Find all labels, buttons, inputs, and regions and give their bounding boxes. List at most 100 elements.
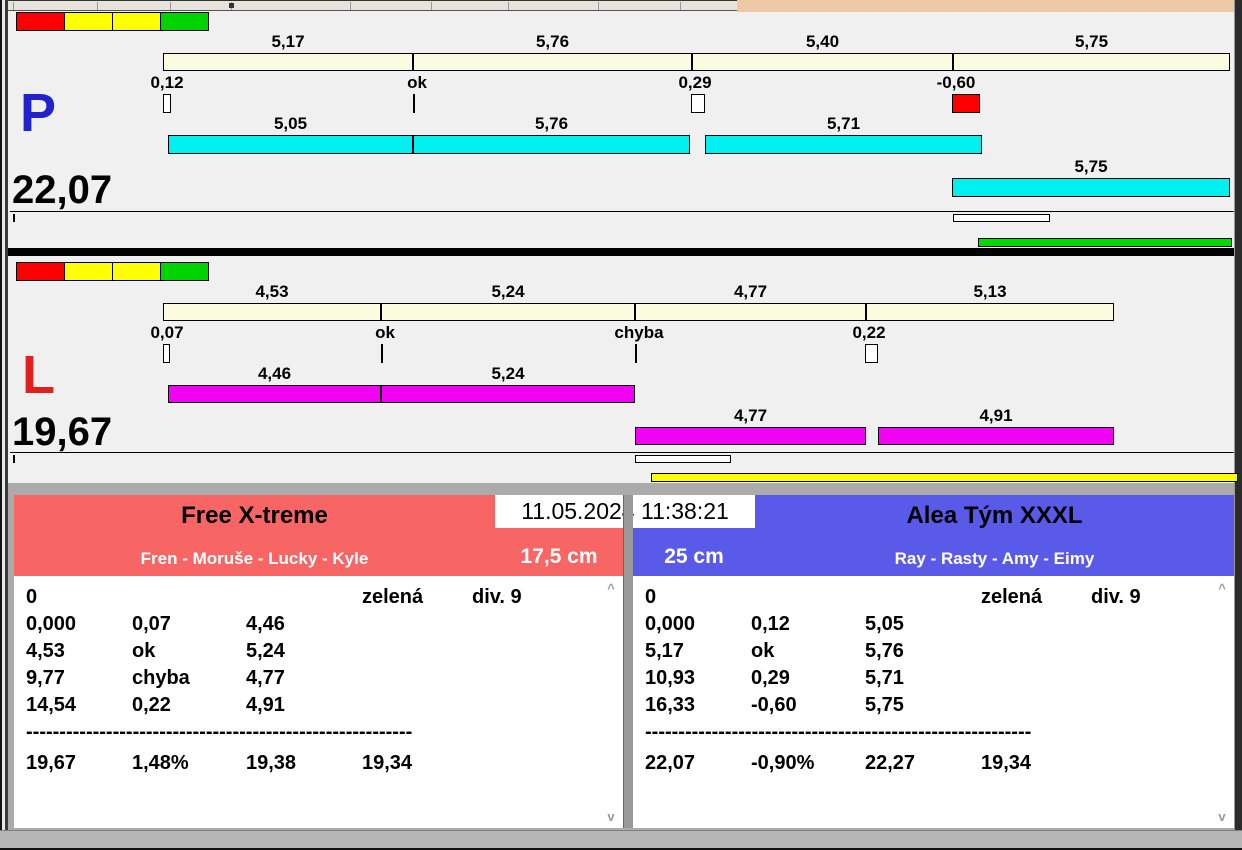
flyball-timing-window: P 22,07 5,17 5,76 5,40 5,75 0,12 ok 0,29 -0,60 5,0… — [0, 0, 1242, 850]
table-cell: 19,34 — [362, 752, 413, 774]
status-bar — [0, 830, 1242, 850]
legend-swatch — [112, 262, 161, 281]
marker-label: 0,22 — [852, 323, 886, 342]
team-right-name: Alea Tým XXXL — [906, 502, 1083, 529]
toolbar-separator — [13, 2, 14, 10]
run-bar — [952, 178, 1230, 197]
scrollbar-down-icon[interactable]: v — [603, 810, 619, 824]
result-panel-left[interactable]: 0 zelená div. 9 0,000 0,07 4,46 4,53 ok 5,24 9,77… — [14, 576, 623, 828]
table-cell: 5,75 — [865, 694, 904, 716]
split-segment-bar — [413, 53, 692, 71]
run-bar-label: 5,75 — [1074, 157, 1108, 176]
table-cell: 14,54 — [26, 694, 77, 716]
run-bar — [168, 385, 381, 403]
table-cell: zelená — [362, 586, 424, 608]
scrollbar-up-icon[interactable]: ^ — [1214, 582, 1230, 596]
table-cell: -0,90% — [751, 752, 815, 774]
split-segment-bar — [163, 53, 413, 71]
marker-label: 0,07 — [150, 323, 184, 342]
split-segment-bar — [635, 303, 866, 321]
scrollbar-down-icon[interactable]: v — [1214, 810, 1230, 824]
lane-total-time: 22,07 — [12, 168, 113, 212]
table-cell: 5,05 — [865, 613, 904, 635]
aux-bar-colored — [978, 238, 1232, 247]
table-cell: div. 9 — [472, 586, 522, 608]
table-cell: zelená — [981, 586, 1043, 608]
toolbar-separator — [350, 2, 351, 10]
table-cell: 5,17 — [645, 640, 684, 662]
team-left-name: Free X-treme — [181, 502, 328, 529]
lane-baseline — [10, 452, 1234, 453]
toolbar-separator — [97, 2, 98, 10]
legend-swatch — [16, 262, 65, 281]
split-segment-bar — [953, 53, 1230, 71]
table-cell: 0,000 — [645, 613, 696, 635]
marker-label: -0,60 — [936, 73, 976, 92]
split-segment-bar — [692, 53, 953, 71]
split-segment-label: 4,77 — [733, 282, 768, 301]
table-dashed-separator: ----------------------------------------… — [26, 721, 413, 743]
table-cell: 0,12 — [751, 613, 790, 635]
split-segment-bar — [163, 303, 381, 321]
aux-bar-white — [635, 455, 731, 463]
table-cell: 5,24 — [246, 640, 285, 662]
table-cell: 16,33 — [645, 694, 696, 716]
table-cell: ok — [751, 640, 775, 662]
aux-bar-colored — [651, 473, 1238, 482]
toolbar-separator — [431, 2, 432, 10]
result-panel-right[interactable]: 0 zelená div. 9 0,000 0,12 5,05 5,17 ok 5,76 10,9… — [633, 576, 1234, 828]
legend-swatch — [16, 12, 65, 31]
lane-baseline — [10, 211, 1234, 212]
run-bar — [878, 427, 1114, 445]
run-bar-label: 5,76 — [534, 114, 569, 133]
marker-label: 0,29 — [678, 73, 712, 92]
baseline-tick — [13, 455, 15, 463]
split-segment-label: 5,24 — [491, 282, 525, 301]
marker-box — [691, 94, 705, 113]
run-bar-label: 5,71 — [826, 114, 861, 133]
table-dashed-separator: ----------------------------------------… — [645, 721, 1032, 743]
run-bar — [413, 135, 690, 154]
run-bar-label: 5,05 — [273, 114, 308, 133]
table-cell: 19,67 — [26, 752, 77, 774]
table-cell: -0,60 — [751, 694, 797, 716]
run-bar-label: 5,24 — [491, 364, 525, 383]
split-segment-label: 5,13 — [973, 282, 1007, 301]
run-bar — [168, 135, 413, 154]
legend-swatch — [64, 262, 113, 281]
toolbar-separator — [598, 2, 599, 10]
lanes-chart-area: P 22,07 5,17 5,76 5,40 5,75 0,12 ok 0,29 -0,60 5,0… — [0, 0, 1242, 483]
marker-label: ok — [375, 323, 395, 342]
table-cell: 1,48% — [132, 752, 189, 774]
legend-swatch — [64, 12, 113, 31]
aux-bar-white — [953, 214, 1050, 222]
split-segment-bar — [866, 303, 1114, 321]
run-bar-label: 4,46 — [257, 364, 292, 383]
split-segment-label: 5,40 — [805, 32, 840, 51]
table-cell: 0,29 — [751, 667, 790, 689]
split-segment-label: 4,53 — [255, 282, 289, 301]
table-cell: 4,77 — [246, 667, 285, 689]
run-bar-label: 4,91 — [979, 406, 1013, 425]
marker-label: 0,12 — [150, 73, 184, 92]
table-cell: 4,46 — [246, 613, 285, 635]
toolbar-separator — [508, 2, 509, 10]
marker-label: ok — [407, 73, 427, 92]
baseline-tick — [13, 214, 15, 222]
marker-box — [952, 94, 980, 113]
scrollbar-up-icon[interactable]: ^ — [603, 582, 619, 596]
split-segment-bar — [381, 303, 635, 321]
table-cell: 19,38 — [246, 752, 297, 774]
team-right-dogs: Ray - Rasty - Amy - Eimy — [894, 549, 1095, 568]
table-cell: 5,71 — [865, 667, 904, 689]
marker-box — [163, 344, 170, 363]
table-cell: 19,34 — [981, 752, 1032, 774]
split-segment-label: 5,75 — [1074, 32, 1109, 51]
lane-total-time: 19,67 — [12, 410, 113, 454]
team-right-jump-height: 25 cm — [664, 545, 724, 568]
split-segment-label: 5,76 — [535, 32, 570, 51]
table-cell: 4,91 — [246, 694, 285, 716]
legend-swatch — [160, 12, 209, 31]
marker-tick — [635, 344, 637, 363]
legend-swatch — [112, 12, 161, 31]
